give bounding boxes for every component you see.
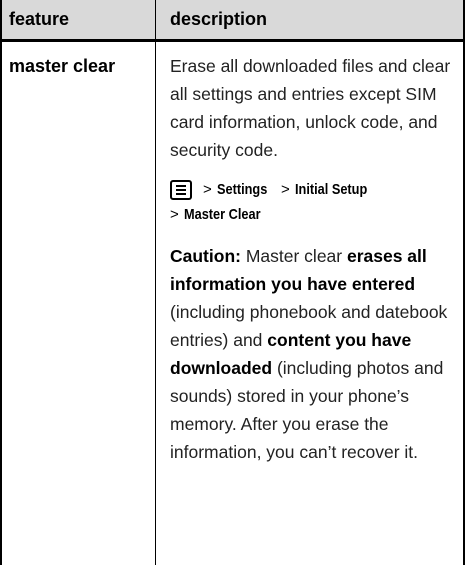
column-divider: [155, 0, 156, 565]
table-header: feature description: [0, 0, 465, 39]
path-settings: Settings: [216, 181, 268, 198]
path-master-clear: Master Clear: [183, 206, 261, 223]
feature-table: feature description master clear Erase a…: [0, 0, 465, 565]
path-separator: >: [170, 206, 179, 223]
path-separator: >: [203, 181, 212, 198]
header-description: description: [170, 9, 268, 29]
feature-name: master clear: [9, 56, 116, 76]
table-left-border: [0, 0, 2, 565]
menu-path-line-1: > Settings > Initial Setup: [170, 177, 460, 202]
caution-text: Caution: Master clear erases all informa…: [170, 242, 460, 466]
description-cell: Erase all downloaded files and clear all…: [170, 52, 460, 466]
caution-label: Caution:: [170, 246, 241, 266]
header-feature: feature: [9, 9, 70, 29]
path-separator: >: [280, 181, 290, 198]
path-initial-setup: Initial Setup: [294, 181, 367, 198]
header-divider: [0, 39, 465, 42]
description-text: Erase all downloaded files and clear all…: [170, 56, 451, 160]
menu-path: > Settings > Initial Setup > Master Clear: [170, 177, 460, 227]
menu-key-icon: [170, 180, 192, 201]
caution-text-1: Master clear: [240, 246, 347, 266]
menu-path-line-2: > Master Clear: [170, 202, 460, 227]
